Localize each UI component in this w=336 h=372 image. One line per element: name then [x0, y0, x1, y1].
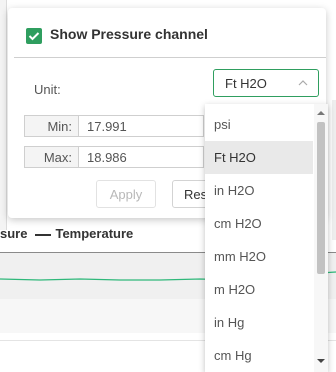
- page-right-edge: [332, 100, 336, 240]
- checkmark-icon: [28, 32, 40, 41]
- chevron-up-icon: [298, 80, 308, 86]
- unit-option-in-h2o[interactable]: in H2O: [205, 174, 313, 207]
- apply-button[interactable]: Apply: [96, 180, 156, 208]
- legend-line-icon: [35, 233, 52, 236]
- max-row: Max: 18.986: [24, 146, 204, 168]
- unit-option-psi[interactable]: psi: [205, 108, 313, 141]
- unit-option-ft-h2o[interactable]: Ft H2O: [205, 141, 313, 174]
- unit-option-cm-h2o[interactable]: cm H2O: [205, 207, 313, 240]
- dropdown-scroll-thumb[interactable]: [317, 122, 325, 274]
- unit-option-cm-hg[interactable]: cm Hg: [205, 339, 313, 372]
- unit-option-in-hg[interactable]: in Hg: [205, 306, 313, 339]
- min-label: Min:: [24, 115, 78, 137]
- max-label: Max:: [24, 146, 78, 168]
- unit-select-value: Ft H2O: [225, 76, 267, 91]
- unit-dropdown-list: psi Ft H2O in H2O cm H2O mm H2O m H2O in…: [205, 104, 328, 372]
- page-left-edge: [0, 0, 7, 230]
- panel-divider: [14, 57, 326, 58]
- show-pressure-checkbox[interactable]: [26, 28, 42, 44]
- unit-option-mm-h2o[interactable]: mm H2O: [205, 240, 313, 273]
- scroll-up-arrow-icon[interactable]: [317, 109, 325, 117]
- unit-select[interactable]: Ft H2O: [213, 69, 319, 97]
- min-input[interactable]: 17.991: [78, 115, 204, 137]
- max-input[interactable]: 18.986: [78, 146, 204, 168]
- scroll-down-arrow-icon[interactable]: [317, 357, 325, 365]
- unit-option-m-h2o[interactable]: m H2O: [205, 273, 313, 306]
- min-row: Min: 17.991: [24, 115, 204, 137]
- legend-pressure-partial: sure: [0, 226, 28, 241]
- unit-label: Unit:: [34, 82, 61, 97]
- chart-legend: sure Temperature: [0, 226, 133, 241]
- show-pressure-label[interactable]: Show Pressure channel: [50, 26, 208, 42]
- legend-temperature: Temperature: [55, 226, 134, 241]
